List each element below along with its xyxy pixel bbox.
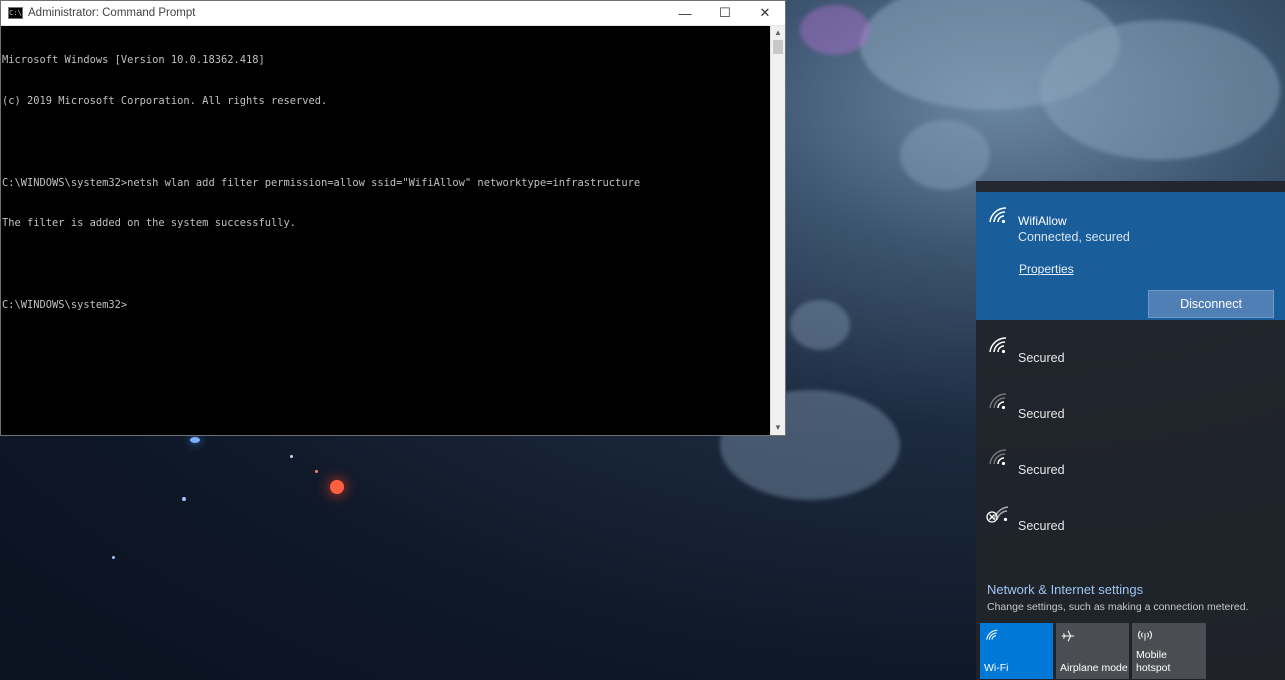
network-name: WifiAllow (1018, 214, 1067, 228)
network-status: Connected, secured (1018, 230, 1130, 244)
wifi-icon (986, 629, 998, 640)
close-button[interactable]: ✕ (745, 1, 785, 25)
network-security-label: Secured (1018, 407, 1065, 421)
tile-label: Mobile hotspot (1136, 649, 1171, 674)
network-list-item[interactable]: Secured (976, 326, 1285, 382)
command-prompt-window[interactable]: C:\ Administrator: Command Prompt — ☐ ✕ … (0, 0, 786, 436)
window-title: Administrator: Command Prompt (28, 7, 196, 19)
network-security-label: Secured (1018, 463, 1065, 477)
network-list-item[interactable]: Secured (976, 382, 1285, 438)
wifi-unavailable-icon (986, 506, 1009, 523)
hotspot-icon (1138, 630, 1152, 641)
scroll-up-arrow-icon[interactable]: ▲ (771, 26, 785, 40)
console-line: (c) 2019 Microsoft Corporation. All righ… (2, 94, 328, 107)
console-line: Microsoft Windows [Version 10.0.18362.41… (2, 54, 265, 67)
console-line: C:\WINDOWS\system32>netsh wlan add filte… (2, 176, 641, 189)
console-prompt[interactable]: C:\WINDOWS\system32> (2, 299, 770, 313)
network-settings-description: Change settings, such as making a connec… (987, 601, 1249, 613)
disconnect-button[interactable]: Disconnect (1148, 290, 1274, 318)
network-flyout: WifiAllow Connected, secured Properties … (976, 181, 1285, 680)
properties-link[interactable]: Properties (1019, 262, 1074, 276)
minimize-button[interactable]: — (665, 1, 705, 25)
scrollbar-thumb[interactable] (773, 40, 783, 54)
maximize-button[interactable]: ☐ (705, 1, 745, 25)
network-security-label: Secured (1018, 351, 1065, 365)
connected-network-item[interactable]: WifiAllow Connected, secured Properties … (976, 192, 1285, 320)
airplane-icon (1061, 630, 1075, 642)
vertical-scrollbar[interactable]: ▲ ▼ (770, 26, 785, 435)
network-settings-link[interactable]: Network & Internet settings (987, 582, 1143, 597)
console-line: The filter is added on the system succes… (2, 217, 297, 230)
network-list-item[interactable]: Secured (976, 494, 1285, 550)
console-output[interactable]: Microsoft Windows [Version 10.0.18362.41… (1, 26, 771, 435)
mobile-hotspot-tile[interactable]: Mobile hotspot (1132, 623, 1206, 679)
airplane-mode-tile[interactable]: Airplane mode (1056, 623, 1129, 679)
cmd-app-icon: C:\ (8, 7, 23, 19)
network-list-item[interactable]: Secured (976, 438, 1285, 494)
tile-label: Airplane mode (1060, 662, 1128, 674)
wifi-strong-icon (989, 337, 1007, 354)
wifi-toggle-tile[interactable]: Wi-Fi (980, 623, 1053, 679)
scroll-down-arrow-icon[interactable]: ▼ (771, 421, 785, 435)
wifi-weak-icon (989, 393, 1007, 410)
wifi-weak-icon (989, 449, 1007, 466)
network-security-label: Secured (1018, 519, 1065, 533)
wifi-strong-icon (989, 207, 1007, 224)
cmd-titlebar[interactable]: C:\ Administrator: Command Prompt — ☐ ✕ (1, 1, 785, 26)
tile-label: Wi-Fi (984, 662, 1009, 674)
